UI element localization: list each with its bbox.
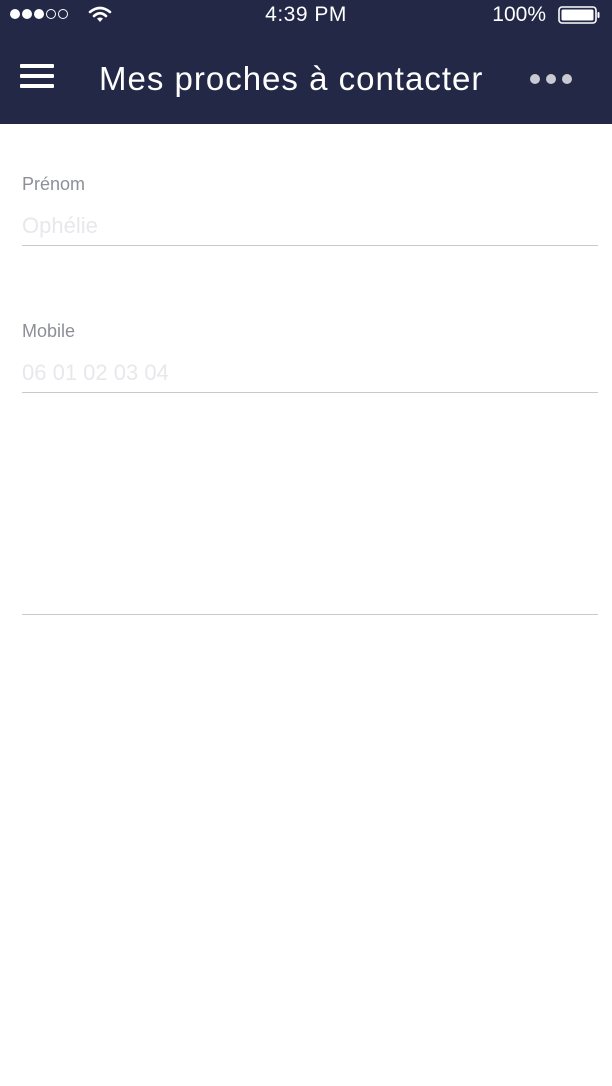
page-title: Mes proches à contacter [99, 60, 484, 97]
mobile-input[interactable] [22, 353, 598, 393]
first-name-input[interactable] [22, 206, 598, 246]
mobile-label: Mobile [22, 321, 76, 341]
first-name-label: Prénom [22, 174, 86, 194]
hamburger-menu-icon[interactable] [20, 62, 54, 90]
first-name-field-group: Prénom [22, 174, 598, 252]
battery-percentage: 100% [492, 3, 546, 26]
form-divider [22, 614, 598, 615]
mobile-field-group: Mobile [22, 321, 598, 399]
battery-icon [558, 6, 600, 24]
more-dots-icon[interactable] [530, 72, 578, 86]
app-header: 4:39 PM 100% Mes proches à contacter [0, 0, 612, 124]
status-bar: 4:39 PM 100% [0, 0, 612, 30]
